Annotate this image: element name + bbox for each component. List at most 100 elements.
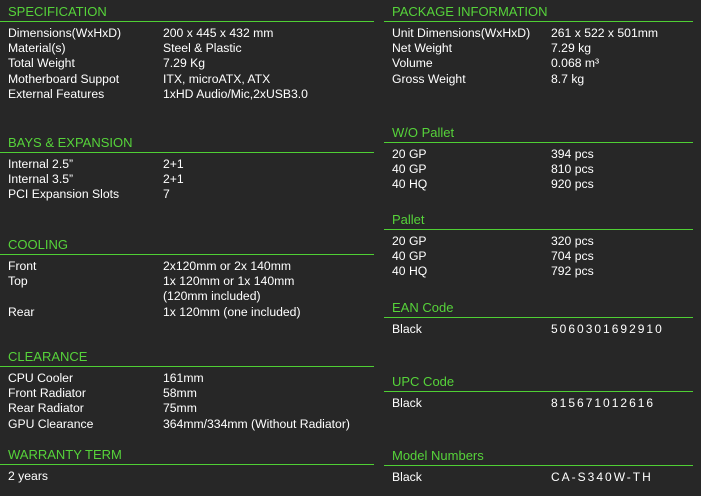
spec-label: Top bbox=[8, 274, 28, 289]
spec-value: 394 pcs bbox=[551, 147, 594, 161]
spec-row: Dimensions(WxHxD) 200 x 445 x 432 mm bbox=[0, 26, 380, 41]
spec-row: Net Weight 7.29 kg bbox=[384, 41, 701, 56]
section-title: BAYS & EXPANSION bbox=[8, 135, 133, 150]
section-title: CLEARANCE bbox=[8, 349, 88, 364]
spec-label: Rear Radiator bbox=[8, 401, 84, 416]
spec-row: Unit Dimensions(WxHxD) 261 x 522 x 501mm bbox=[384, 26, 701, 41]
specification-section: SPECIFICATION Dimensions(WxHxD) 200 x 445 … bbox=[0, 4, 380, 102]
spec-value: 1x 120mm or 1x 140mm bbox=[163, 274, 295, 289]
spec-row: 20 GP 394 pcs bbox=[384, 147, 701, 162]
spec-rows: CPU Cooler 161mm Front Radiator 58mm Rear Ra… bbox=[0, 367, 380, 432]
spec-label: Black bbox=[392, 470, 422, 484]
section-title: W/O Pallet bbox=[392, 125, 455, 140]
spec-rows: Front 2x120mm or 2x 140mm Top 1x 120mm or 1… bbox=[0, 255, 380, 320]
spec-row: 40 HQ 920 pcs bbox=[384, 177, 701, 192]
spec-label: Motherboard Suppot bbox=[8, 71, 120, 86]
clearance-section: CLEARANCE CPU Cooler 161mm Front Radiator 58… bbox=[0, 349, 380, 432]
spec-value: ITX, microATX, ATX bbox=[163, 71, 271, 86]
spec-row: External Features 1xHD Audio/Mic,2xUSB3.0 bbox=[0, 87, 380, 102]
spec-value: 58mm bbox=[163, 386, 197, 401]
spec-rows: Internal 2.5” 2+1 Internal 3.5” 2+1 PCI Expa… bbox=[0, 153, 380, 203]
spec-label: Volume bbox=[392, 56, 433, 71]
model-numbers-section: Model Numbers Black CA-S340W-TH bbox=[384, 448, 701, 485]
spec-label: Material(s) bbox=[8, 41, 66, 56]
spec-label: Internal 2.5” bbox=[8, 157, 74, 171]
section-title: WARRANTY TERM bbox=[8, 447, 122, 462]
section-title: Pallet bbox=[392, 212, 425, 227]
section-title: COOLING bbox=[8, 237, 68, 252]
spec-label: Black bbox=[392, 396, 422, 410]
spec-value: 8.7 kg bbox=[551, 71, 585, 86]
spec-row: 20 GP 320 pcs bbox=[384, 234, 701, 249]
spec-row: Material(s) Steel & Plastic bbox=[0, 41, 380, 56]
spec-row: 2 years bbox=[0, 469, 380, 484]
spec-row: Total Weight 7.29 Kg bbox=[0, 56, 380, 71]
spec-value: 815671012616 bbox=[551, 396, 656, 410]
spec-rows: Unit Dimensions(WxHxD) 261 x 522 x 501mm N… bbox=[384, 22, 701, 87]
spec-row: 40 HQ 792 pcs bbox=[384, 264, 701, 279]
spec-value: 320 pcs bbox=[551, 234, 594, 248]
spec-row: Internal 3.5” 2+1 bbox=[0, 172, 380, 187]
warranty-section: WARRANTY TERM 2 years bbox=[0, 447, 380, 484]
spec-value: 75mm bbox=[163, 401, 197, 416]
spec-value: 7 bbox=[163, 187, 170, 202]
spec-value: 920 pcs bbox=[551, 177, 594, 192]
spec-row: Internal 2.5” 2+1 bbox=[0, 157, 380, 172]
section-title: PACKAGE INFORMATION bbox=[392, 4, 548, 19]
section-title: Model Numbers bbox=[392, 448, 484, 463]
spec-label: Rear bbox=[8, 304, 35, 319]
spec-label: 20 GP bbox=[392, 234, 427, 248]
spec-value: 704 pcs bbox=[551, 249, 594, 264]
spec-row: Rear 1x 120mm (one included) bbox=[0, 305, 380, 320]
spec-value bbox=[163, 469, 380, 484]
spec-value: CA-S340W-TH bbox=[551, 470, 653, 484]
spec-value: 792 pcs bbox=[551, 264, 594, 279]
pallet-section: Pallet 20 GP 320 pcs 40 GP 704 pcs 40 HQ 792 p… bbox=[384, 212, 701, 280]
section-title: EAN Code bbox=[392, 300, 454, 315]
spec-row: GPU Clearance 364mm/334mm (Without Radiat… bbox=[0, 417, 380, 432]
spec-label bbox=[0, 289, 163, 304]
spec-row: Black 815671012616 bbox=[384, 396, 701, 411]
spec-value: 810 pcs bbox=[551, 162, 594, 177]
spec-row: Top 1x 120mm or 1x 140mm bbox=[0, 274, 380, 289]
spec-rows: 20 GP 394 pcs 40 GP 810 pcs 40 HQ 920 pcs bbox=[384, 143, 701, 193]
spec-label: Front Radiator bbox=[8, 386, 86, 401]
spec-rows: Dimensions(WxHxD) 200 x 445 x 432 mm Mater… bbox=[0, 22, 380, 102]
spec-row: Black 5060301692910 bbox=[384, 322, 701, 337]
section-title: SPECIFICATION bbox=[8, 4, 107, 19]
spec-value: 7.29 kg bbox=[551, 41, 591, 56]
spec-row: 40 GP 810 pcs bbox=[384, 162, 701, 177]
spec-value: 364mm/334mm (Without Radiator) bbox=[163, 416, 350, 431]
spec-rows: Black CA-S340W-TH bbox=[384, 466, 701, 485]
spec-value: 1xHD Audio/Mic,2xUSB3.0 bbox=[163, 86, 308, 101]
spec-value: 161mm bbox=[163, 371, 204, 385]
spec-value: 1x 120mm (one included) bbox=[163, 304, 301, 319]
spec-label: 20 GP bbox=[392, 147, 427, 161]
spec-label: 2 years bbox=[8, 469, 48, 483]
spec-value: 200 x 445 x 432 mm bbox=[163, 26, 274, 40]
spec-label: Black bbox=[392, 322, 422, 336]
spec-row: 40 GP 704 pcs bbox=[384, 249, 701, 264]
ean-code-section: EAN Code Black 5060301692910 bbox=[384, 300, 701, 337]
bays-expansion-section: BAYS & EXPANSION Internal 2.5” 2+1 Internal… bbox=[0, 135, 380, 203]
wo-pallet-section: W/O Pallet 20 GP 394 pcs 40 GP 810 pcs 40 HQ 9… bbox=[384, 125, 701, 193]
spec-label: Unit Dimensions(WxHxD) bbox=[392, 26, 531, 40]
spec-row: CPU Cooler 161mm bbox=[0, 371, 380, 386]
spec-rows: Black 815671012616 bbox=[384, 392, 701, 411]
cooling-section: COOLING Front 2x120mm or 2x 140mm Top 1x 120… bbox=[0, 237, 380, 320]
spec-row: Volume 0.068 m³ bbox=[384, 56, 701, 71]
spec-value: Steel & Plastic bbox=[163, 41, 242, 56]
spec-row: (120mm included) bbox=[0, 289, 380, 304]
spec-rows: Black 5060301692910 bbox=[384, 318, 701, 337]
spec-label: 40 HQ bbox=[392, 264, 428, 279]
spec-label: Net Weight bbox=[392, 41, 453, 56]
spec-value: 5060301692910 bbox=[551, 322, 664, 336]
spec-rows: 2 years bbox=[0, 465, 380, 484]
spec-value: 2+1 bbox=[163, 172, 184, 187]
spec-value: 2x120mm or 2x 140mm bbox=[163, 259, 292, 273]
spec-value: (120mm included) bbox=[163, 289, 261, 304]
spec-label: 40 GP bbox=[392, 162, 427, 177]
spec-row: PCI Expansion Slots 7 bbox=[0, 187, 380, 202]
package-information-section: PACKAGE INFORMATION Unit Dimensions(WxHxD… bbox=[384, 4, 701, 87]
spec-value: 261 x 522 x 501mm bbox=[551, 26, 659, 40]
